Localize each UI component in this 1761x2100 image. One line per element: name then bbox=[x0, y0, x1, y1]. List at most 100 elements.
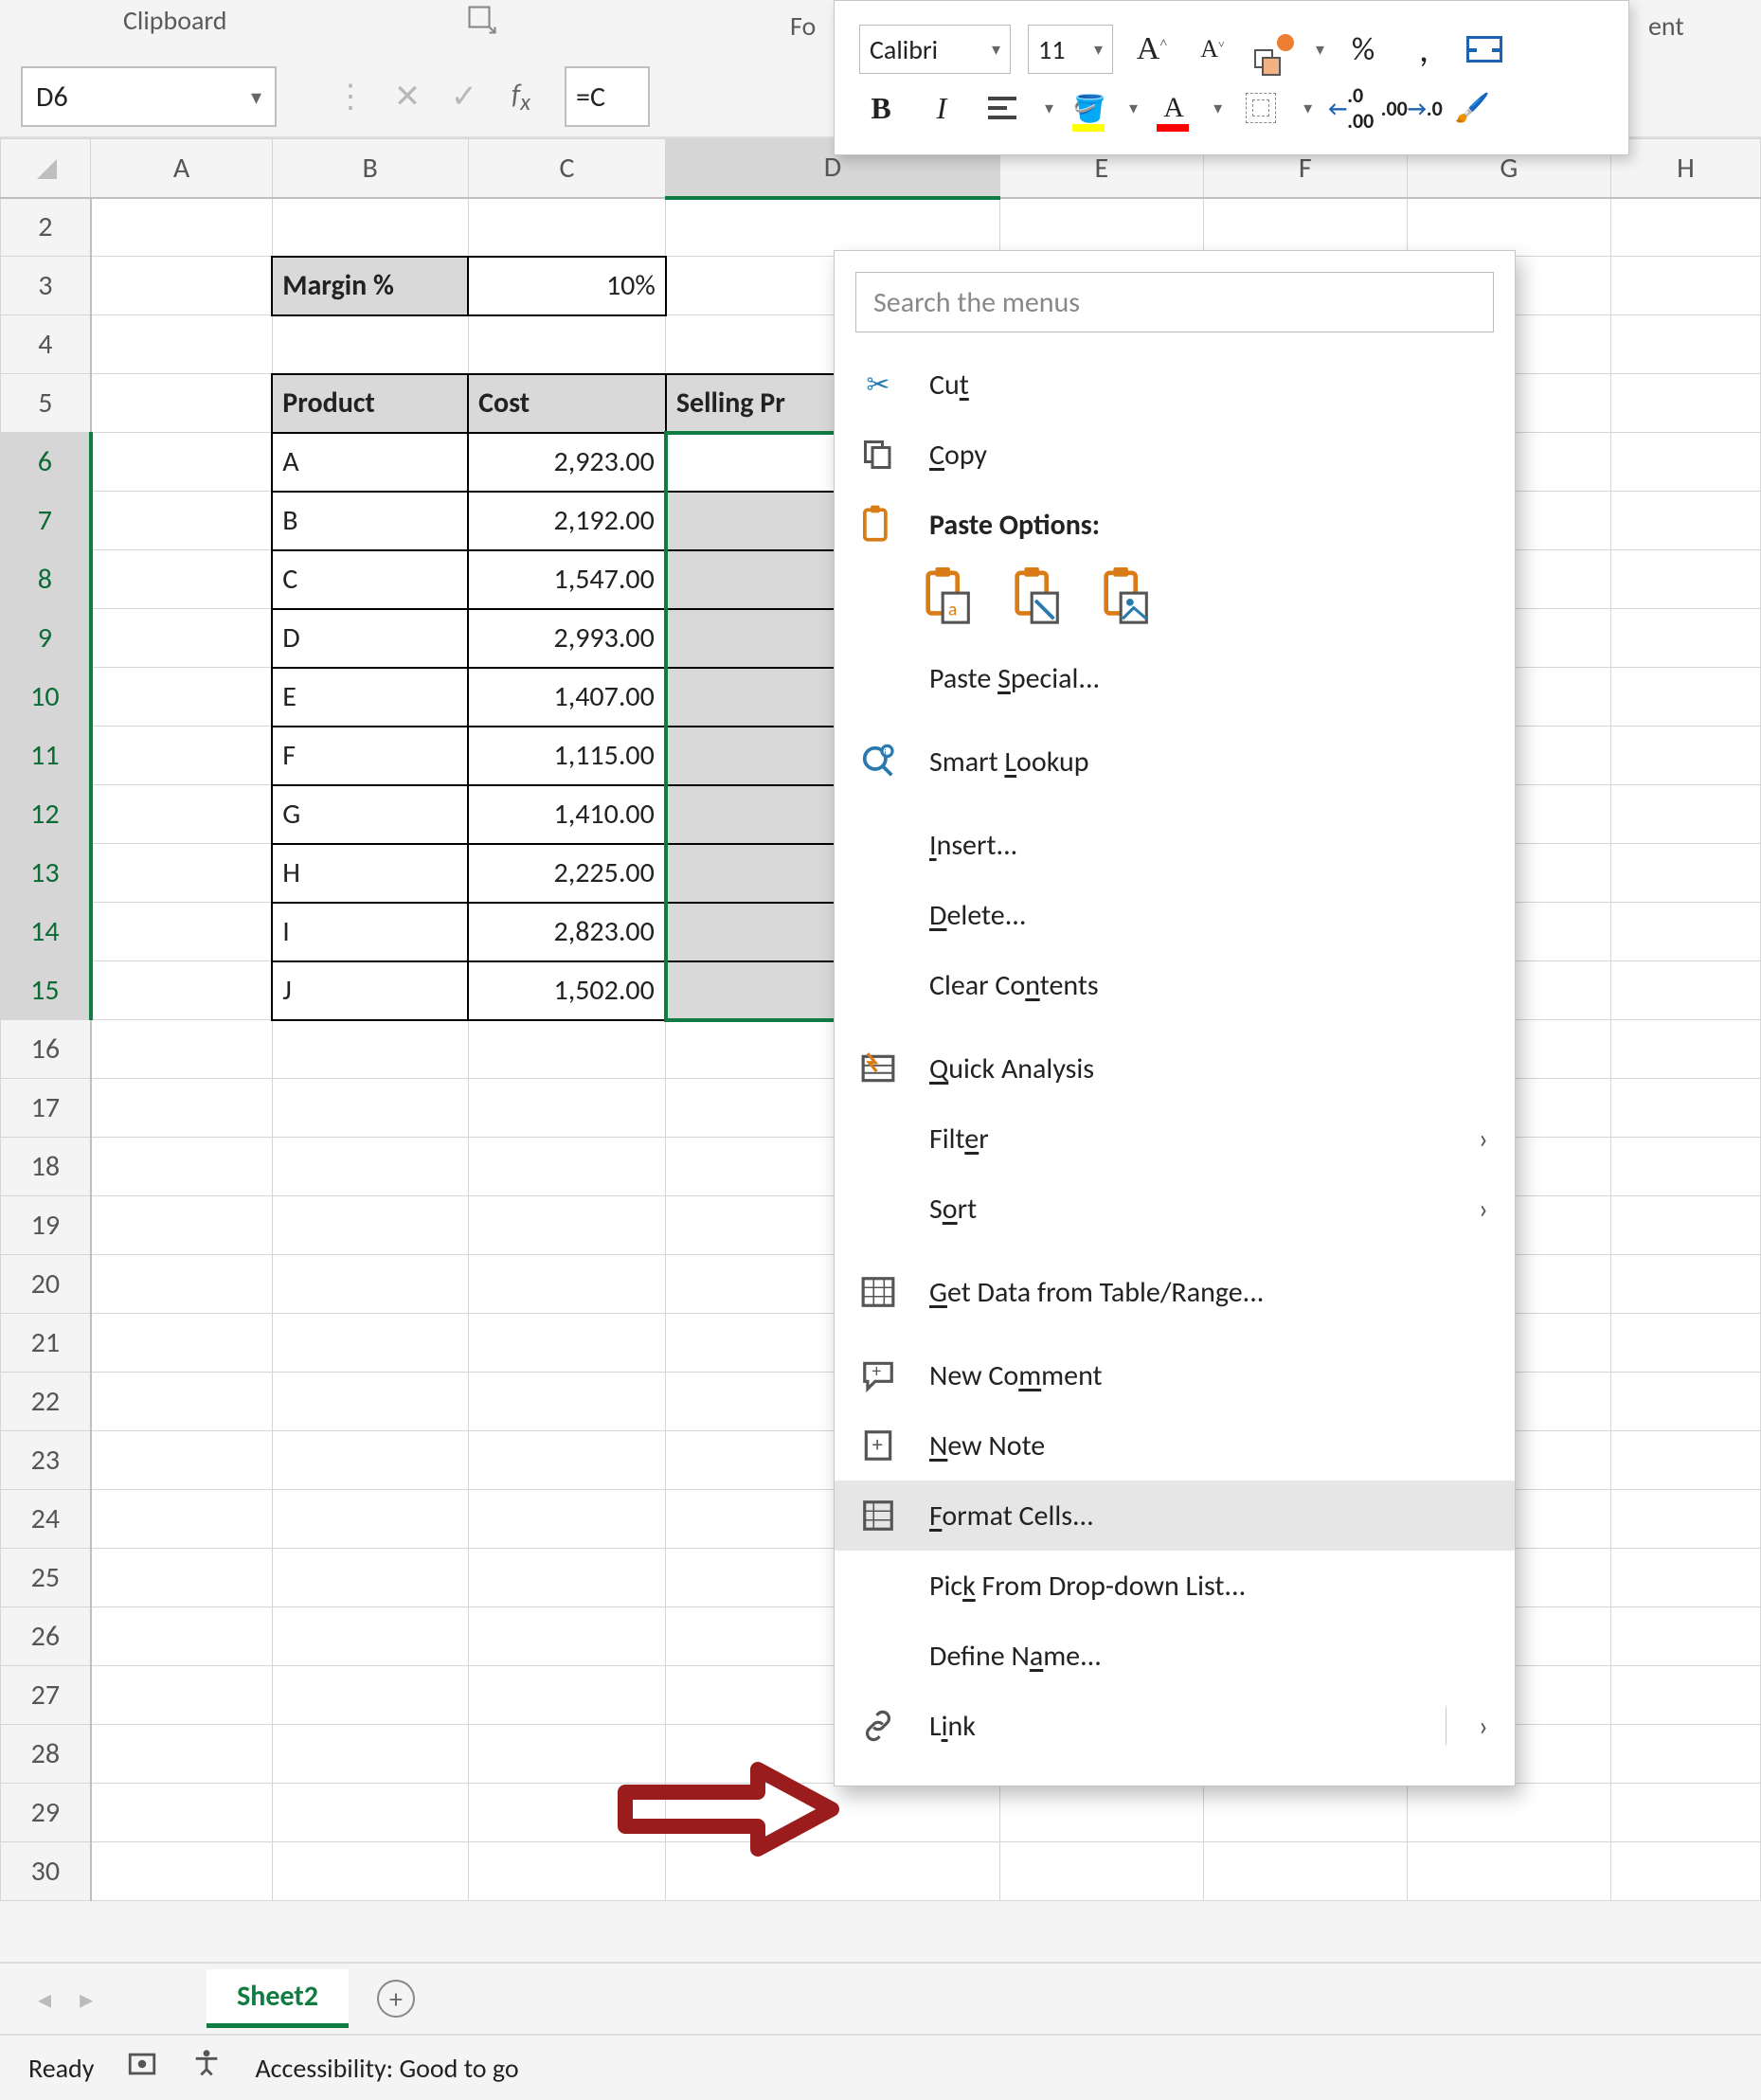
accessibility-icon[interactable] bbox=[190, 2048, 223, 2088]
cell-C2[interactable] bbox=[468, 198, 666, 257]
cell-B16[interactable] bbox=[272, 1020, 468, 1079]
cell-B17[interactable] bbox=[272, 1079, 468, 1138]
decrease-font-icon[interactable]: A˅ bbox=[1191, 27, 1234, 71]
cell-C9[interactable]: 2,993.00 bbox=[468, 609, 666, 668]
cell-C10[interactable]: 1,407.00 bbox=[468, 668, 666, 727]
cell-A22[interactable] bbox=[91, 1373, 272, 1431]
cell-G2[interactable] bbox=[1407, 198, 1610, 257]
cell-B7[interactable]: B bbox=[272, 492, 468, 550]
row-header-18[interactable]: 18 bbox=[1, 1138, 91, 1196]
cell-C3[interactable]: 10% bbox=[468, 257, 666, 315]
add-sheet-button[interactable]: + bbox=[377, 1980, 415, 2018]
cell-E2[interactable] bbox=[999, 198, 1203, 257]
menu-delete[interactable]: Delete... bbox=[835, 880, 1515, 950]
cell-B10[interactable]: E bbox=[272, 668, 468, 727]
name-box[interactable]: D6 ▾ bbox=[21, 66, 277, 127]
sheet-tab-active[interactable]: Sheet2 bbox=[207, 1969, 349, 2028]
italic-icon[interactable]: I bbox=[920, 86, 963, 130]
row-header-3[interactable]: 3 bbox=[1, 257, 91, 315]
cell-H17[interactable] bbox=[1610, 1079, 1760, 1138]
cell-H28[interactable] bbox=[1610, 1725, 1760, 1784]
cell-B26[interactable] bbox=[272, 1607, 468, 1666]
cell-C4[interactable] bbox=[468, 315, 666, 374]
cell-A21[interactable] bbox=[91, 1314, 272, 1373]
cell-C16[interactable] bbox=[468, 1020, 666, 1079]
menu-paste-special[interactable]: Paste Special... bbox=[835, 643, 1515, 713]
cell-D2[interactable] bbox=[666, 198, 999, 257]
row-header-15[interactable]: 15 bbox=[1, 961, 91, 1020]
row-header-6[interactable]: 6 bbox=[1, 433, 91, 492]
row-header-16[interactable]: 16 bbox=[1, 1020, 91, 1079]
cell-A7[interactable] bbox=[91, 492, 272, 550]
cell-C8[interactable]: 1,547.00 bbox=[468, 550, 666, 609]
menu-clear-contents[interactable]: Clear Contents bbox=[835, 950, 1515, 1020]
cell-C15[interactable]: 1,502.00 bbox=[468, 961, 666, 1020]
cell-C21[interactable] bbox=[468, 1314, 666, 1373]
row-header-4[interactable]: 4 bbox=[1, 315, 91, 374]
cell-C26[interactable] bbox=[468, 1607, 666, 1666]
cell-A20[interactable] bbox=[91, 1255, 272, 1314]
cell-B12[interactable]: G bbox=[272, 785, 468, 844]
borders-icon[interactable] bbox=[1239, 86, 1283, 130]
cell-A16[interactable] bbox=[91, 1020, 272, 1079]
cell-H16[interactable] bbox=[1610, 1020, 1760, 1079]
row-header-21[interactable]: 21 bbox=[1, 1314, 91, 1373]
tab-scroll-right-icon[interactable]: ▸ bbox=[80, 1983, 93, 2016]
cell-B20[interactable] bbox=[272, 1255, 468, 1314]
cell-A26[interactable] bbox=[91, 1607, 272, 1666]
clipboard-dialog-launcher-icon[interactable] bbox=[468, 6, 496, 34]
row-header-11[interactable]: 11 bbox=[1, 727, 91, 785]
cell-C11[interactable]: 1,115.00 bbox=[468, 727, 666, 785]
row-header-19[interactable]: 19 bbox=[1, 1196, 91, 1255]
cell-C12[interactable]: 1,410.00 bbox=[468, 785, 666, 844]
cell-C18[interactable] bbox=[468, 1138, 666, 1196]
row-header-25[interactable]: 25 bbox=[1, 1549, 91, 1607]
cell-A24[interactable] bbox=[91, 1490, 272, 1549]
row-header-7[interactable]: 7 bbox=[1, 492, 91, 550]
cell-B6[interactable]: A bbox=[272, 433, 468, 492]
cell-A14[interactable] bbox=[91, 903, 272, 961]
font-color-icon[interactable]: A bbox=[1155, 86, 1193, 130]
row-header-22[interactable]: 22 bbox=[1, 1373, 91, 1431]
row-header-28[interactable]: 28 bbox=[1, 1725, 91, 1784]
comma-style-icon[interactable]: , bbox=[1402, 27, 1446, 71]
menu-get-data[interactable]: Get Data from Table/Range... bbox=[835, 1257, 1515, 1327]
chevron-down-icon[interactable]: ▾ bbox=[1045, 98, 1053, 118]
cell-H26[interactable] bbox=[1610, 1607, 1760, 1666]
cell-H15[interactable] bbox=[1610, 961, 1760, 1020]
cell-A2[interactable] bbox=[91, 198, 272, 257]
cell-C25[interactable] bbox=[468, 1549, 666, 1607]
row-header-9[interactable]: 9 bbox=[1, 609, 91, 668]
format-painter-icon[interactable]: 🖌️ bbox=[1450, 86, 1494, 130]
col-header-A[interactable]: A bbox=[91, 139, 272, 198]
cell-A17[interactable] bbox=[91, 1079, 272, 1138]
cell-B2[interactable] bbox=[272, 198, 468, 257]
menu-search-input[interactable]: Search the menus bbox=[855, 272, 1494, 332]
cell-B8[interactable]: C bbox=[272, 550, 468, 609]
row-header-20[interactable]: 20 bbox=[1, 1255, 91, 1314]
cell-E29[interactable] bbox=[999, 1784, 1203, 1842]
cell-H13[interactable] bbox=[1610, 844, 1760, 903]
cell-H8[interactable] bbox=[1610, 550, 1760, 609]
cell-A27[interactable] bbox=[91, 1666, 272, 1725]
row-header-26[interactable]: 26 bbox=[1, 1607, 91, 1666]
cell-H2[interactable] bbox=[1610, 198, 1760, 257]
cell-A23[interactable] bbox=[91, 1431, 272, 1490]
cell-E30[interactable] bbox=[999, 1842, 1203, 1901]
cell-G29[interactable] bbox=[1407, 1784, 1610, 1842]
menu-new-note[interactable]: + New Note bbox=[835, 1410, 1515, 1481]
cell-C22[interactable] bbox=[468, 1373, 666, 1431]
cell-B5[interactable]: Product bbox=[272, 374, 468, 433]
cell-H23[interactable] bbox=[1610, 1431, 1760, 1490]
row-header-13[interactable]: 13 bbox=[1, 844, 91, 903]
fill-color-icon[interactable]: 🪣 bbox=[1070, 86, 1108, 130]
row-header-24[interactable]: 24 bbox=[1, 1490, 91, 1549]
cell-B19[interactable] bbox=[272, 1196, 468, 1255]
cell-H30[interactable] bbox=[1610, 1842, 1760, 1901]
cell-A29[interactable] bbox=[91, 1784, 272, 1842]
cell-B30[interactable] bbox=[272, 1842, 468, 1901]
cell-B3[interactable]: Margin % bbox=[272, 257, 468, 315]
cell-H9[interactable] bbox=[1610, 609, 1760, 668]
cell-C14[interactable]: 2,823.00 bbox=[468, 903, 666, 961]
row-header-23[interactable]: 23 bbox=[1, 1431, 91, 1490]
